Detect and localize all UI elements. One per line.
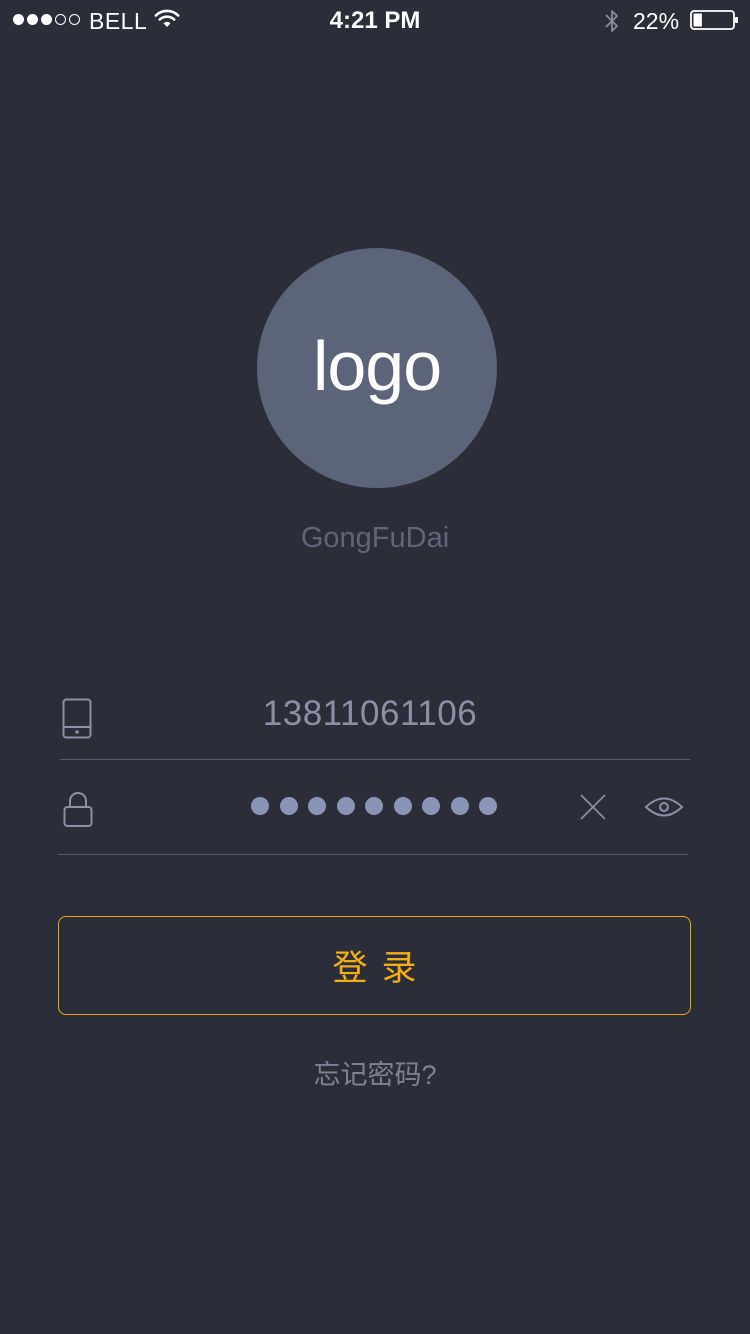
app-logo: logo	[257, 248, 497, 488]
logo-text: logo	[312, 327, 442, 405]
phone-number-input[interactable]: 13811061106	[0, 694, 740, 734]
close-icon[interactable]	[578, 792, 608, 827]
forgot-password-link[interactable]: 忘记密码?	[0, 1053, 750, 1092]
login-button[interactable]: 登录	[58, 916, 691, 1015]
login-screen: BELL 4:21 PM 22% logo GongFuDai 13811061…	[0, 0, 750, 1334]
divider	[58, 854, 688, 855]
password-mask-dot	[450, 797, 469, 815]
battery-percentage: 22%	[633, 8, 680, 34]
lock-icon	[63, 792, 93, 833]
status-bar: BELL 4:21 PM 22%	[0, 0, 750, 40]
password-mask-dot	[279, 797, 298, 815]
password-mask-dot	[393, 797, 412, 815]
divider	[60, 759, 690, 760]
eye-icon[interactable]	[644, 792, 684, 827]
password-mask-dot	[479, 797, 497, 815]
password-mask-dot	[251, 797, 269, 815]
bluetooth-icon	[603, 8, 621, 39]
password-mask-dot	[365, 797, 383, 815]
battery-icon	[690, 9, 740, 36]
password-mask-dot	[308, 797, 326, 815]
password-input[interactable]	[251, 797, 497, 815]
app-name: GongFuDai	[300, 522, 450, 554]
password-mask-dot	[336, 797, 355, 815]
password-mask-dot	[422, 797, 440, 815]
